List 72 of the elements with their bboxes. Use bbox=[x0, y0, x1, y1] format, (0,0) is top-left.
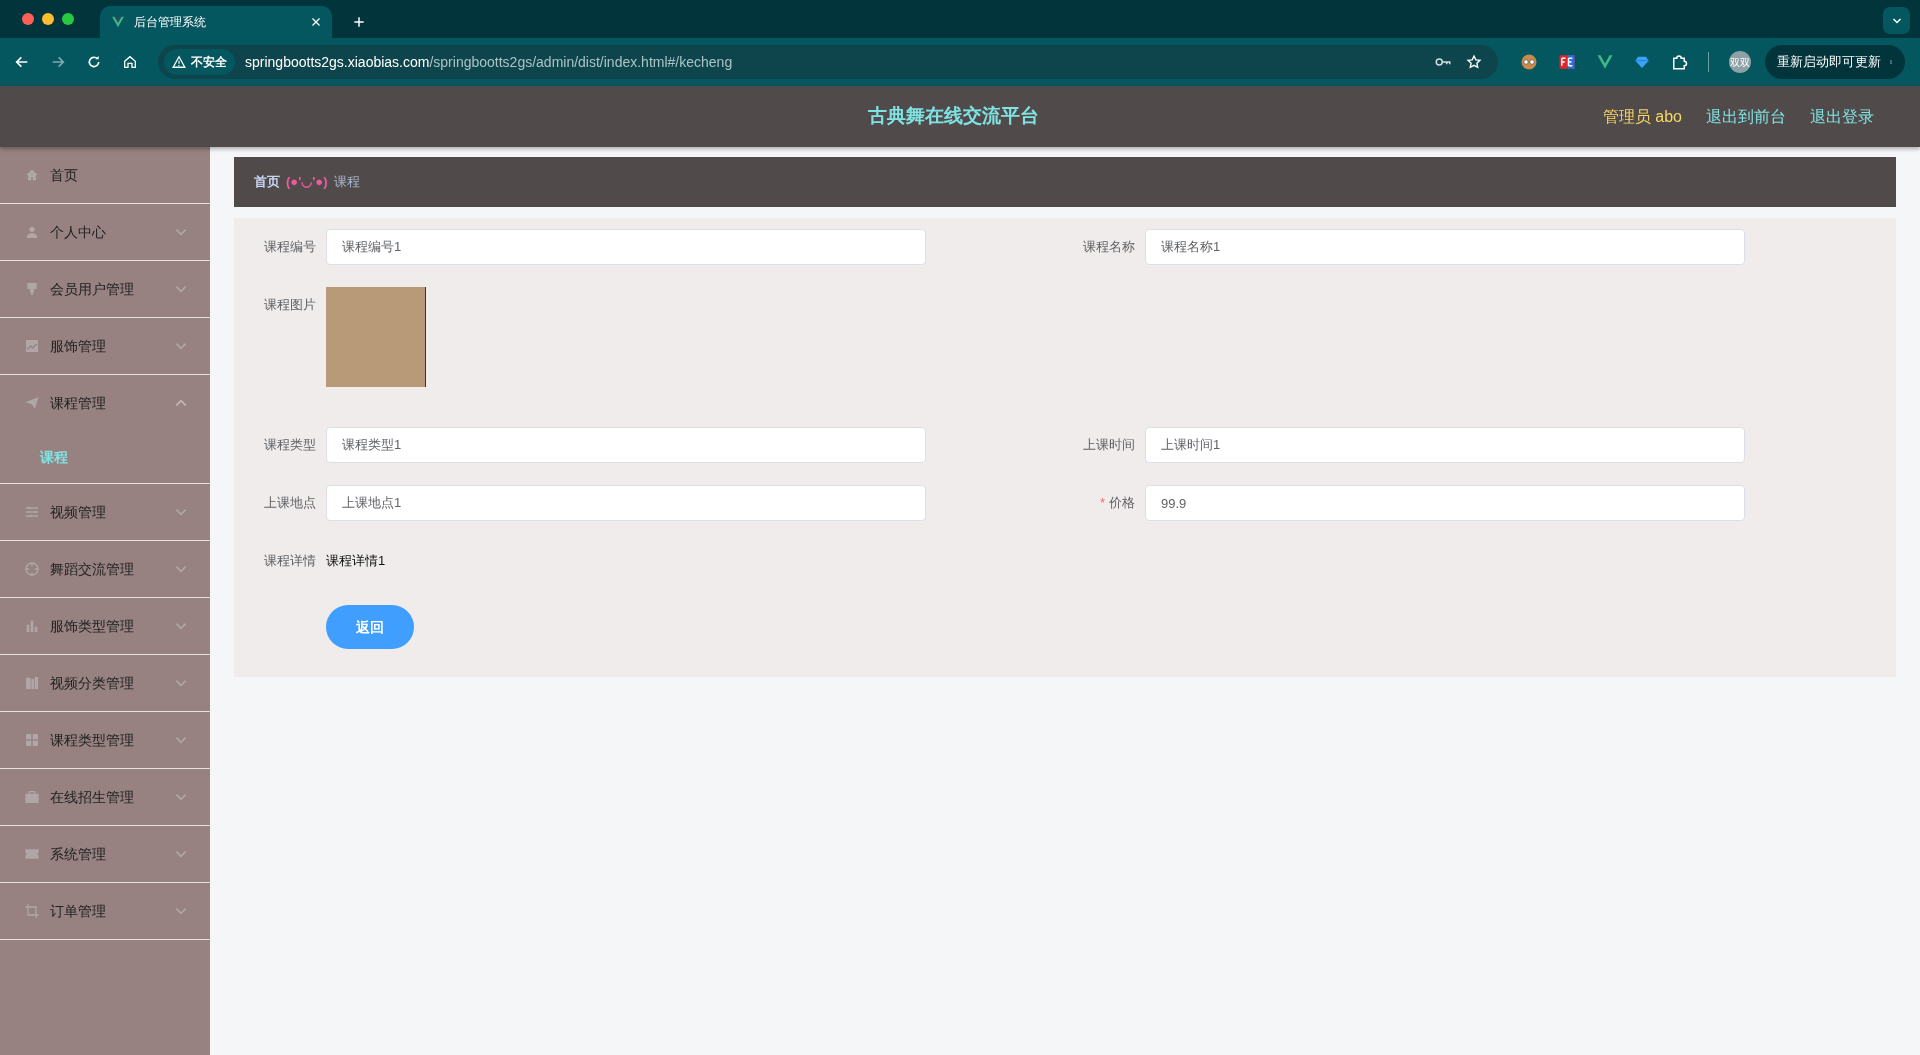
field-label: 价格 bbox=[1109, 495, 1135, 510]
header-link[interactable]: 退出登录 bbox=[1810, 104, 1874, 129]
text-field[interactable]: 课程类型1 bbox=[326, 427, 926, 463]
briefcase-icon bbox=[24, 789, 40, 805]
home-icon bbox=[24, 167, 40, 183]
extension-fe-icon bbox=[1558, 53, 1576, 71]
sidebar-item[interactable]: 会员用户管理 bbox=[0, 261, 210, 317]
home-icon bbox=[122, 54, 138, 70]
extension-face-icon bbox=[1520, 53, 1538, 71]
text-field[interactable]: 上课地点1 bbox=[326, 485, 926, 521]
sidebar-item[interactable]: 课程类型管理 bbox=[0, 712, 210, 768]
text-field[interactable]: 课程名称1 bbox=[1145, 229, 1745, 265]
field-label: 课程编号 bbox=[264, 239, 316, 254]
close-icon bbox=[310, 16, 322, 28]
sidebar-item[interactable]: 首页 bbox=[0, 147, 210, 203]
sidebar-item[interactable]: 服饰类型管理 bbox=[0, 598, 210, 654]
header-link[interactable]: 退出到前台 bbox=[1706, 104, 1786, 129]
back-button[interactable]: 返回 bbox=[326, 605, 414, 649]
sidebar-item[interactable]: 服饰管理 bbox=[0, 318, 210, 374]
breadcrumb-current: 课程 bbox=[333, 173, 360, 192]
sidebar-item[interactable]: 视频管理 bbox=[0, 484, 210, 540]
grid-icon bbox=[24, 732, 40, 748]
extension-v-icon bbox=[1596, 53, 1614, 71]
url-text: springbootts2gs.xiaobias.com/springbootts2gs/admin/dist/index.html#/kecheng bbox=[245, 52, 734, 72]
books-icon bbox=[24, 675, 40, 691]
reload-icon bbox=[86, 54, 102, 70]
user-label: 管理员 abo bbox=[1602, 106, 1682, 127]
vue-logo-icon bbox=[110, 15, 126, 29]
sidebar-item[interactable]: 在线招生管理 bbox=[0, 769, 210, 825]
text-field[interactable]: 课程编号1 bbox=[326, 229, 926, 265]
app-title: 古典舞在线交流平台 bbox=[868, 104, 1039, 129]
sidebar-item[interactable]: 舞蹈交流管理 bbox=[0, 541, 210, 597]
bar-chart-icon bbox=[24, 618, 40, 634]
tab-title: 后台管理系统 bbox=[134, 14, 207, 31]
update-button[interactable]: 重新启动即可更新 bbox=[1765, 45, 1905, 79]
sidebar-item[interactable]: 个人中心 bbox=[0, 204, 210, 260]
breadcrumb-separator: (●'◡'●) bbox=[286, 173, 328, 192]
field-label: 课程详情 bbox=[264, 553, 316, 568]
chart-icon bbox=[24, 338, 40, 354]
field-label: 上课时间 bbox=[1083, 437, 1135, 452]
ticket-icon bbox=[24, 846, 40, 862]
address-bar[interactable]: 不安全 springbootts2gs.xiaobias.com/springbootts2gs/admin/dist/index.html#/kecheng bbox=[158, 45, 1498, 79]
warning-icon bbox=[172, 55, 186, 69]
new-tab-icon bbox=[352, 15, 366, 29]
required-mark: * bbox=[1099, 495, 1105, 510]
sidebar-item[interactable]: 视频分类管理 bbox=[0, 655, 210, 711]
sidebar-item[interactable]: 课程管理 bbox=[0, 375, 210, 431]
stamp-icon bbox=[24, 281, 40, 297]
sidebar-item[interactable]: 订单管理 bbox=[0, 883, 210, 939]
sliders-icon bbox=[24, 504, 40, 520]
paper-plane-icon bbox=[24, 395, 40, 411]
text-field[interactable]: 99.9 bbox=[1145, 485, 1745, 521]
profile-avatar[interactable]: 双双 bbox=[1729, 51, 1751, 73]
field-label: 课程名称 bbox=[1083, 239, 1135, 254]
field-label: 课程图片 bbox=[264, 297, 316, 312]
crosshair-icon bbox=[24, 561, 40, 577]
star-icon bbox=[1466, 54, 1482, 70]
puzzle-icon bbox=[1670, 53, 1688, 71]
field-label: 上课地点 bbox=[264, 495, 316, 510]
field-label: 课程类型 bbox=[264, 437, 316, 452]
sidebar-subitem[interactable]: 课程 bbox=[0, 431, 210, 483]
person-icon bbox=[24, 224, 40, 240]
text-field[interactable]: 上课时间1 bbox=[1145, 427, 1745, 463]
forward-arrow-icon bbox=[50, 54, 66, 70]
browser-tab[interactable]: 后台管理系统 bbox=[100, 6, 332, 38]
crop-icon bbox=[24, 903, 40, 919]
field-value: 课程详情1 bbox=[326, 552, 386, 570]
sidebar-item[interactable]: 系统管理 bbox=[0, 826, 210, 882]
breadcrumb-link[interactable]: 首页 bbox=[254, 172, 280, 192]
extension-gem-icon bbox=[1634, 54, 1650, 70]
back-arrow-icon bbox=[14, 54, 30, 70]
security-chip[interactable]: 不安全 bbox=[164, 49, 235, 75]
